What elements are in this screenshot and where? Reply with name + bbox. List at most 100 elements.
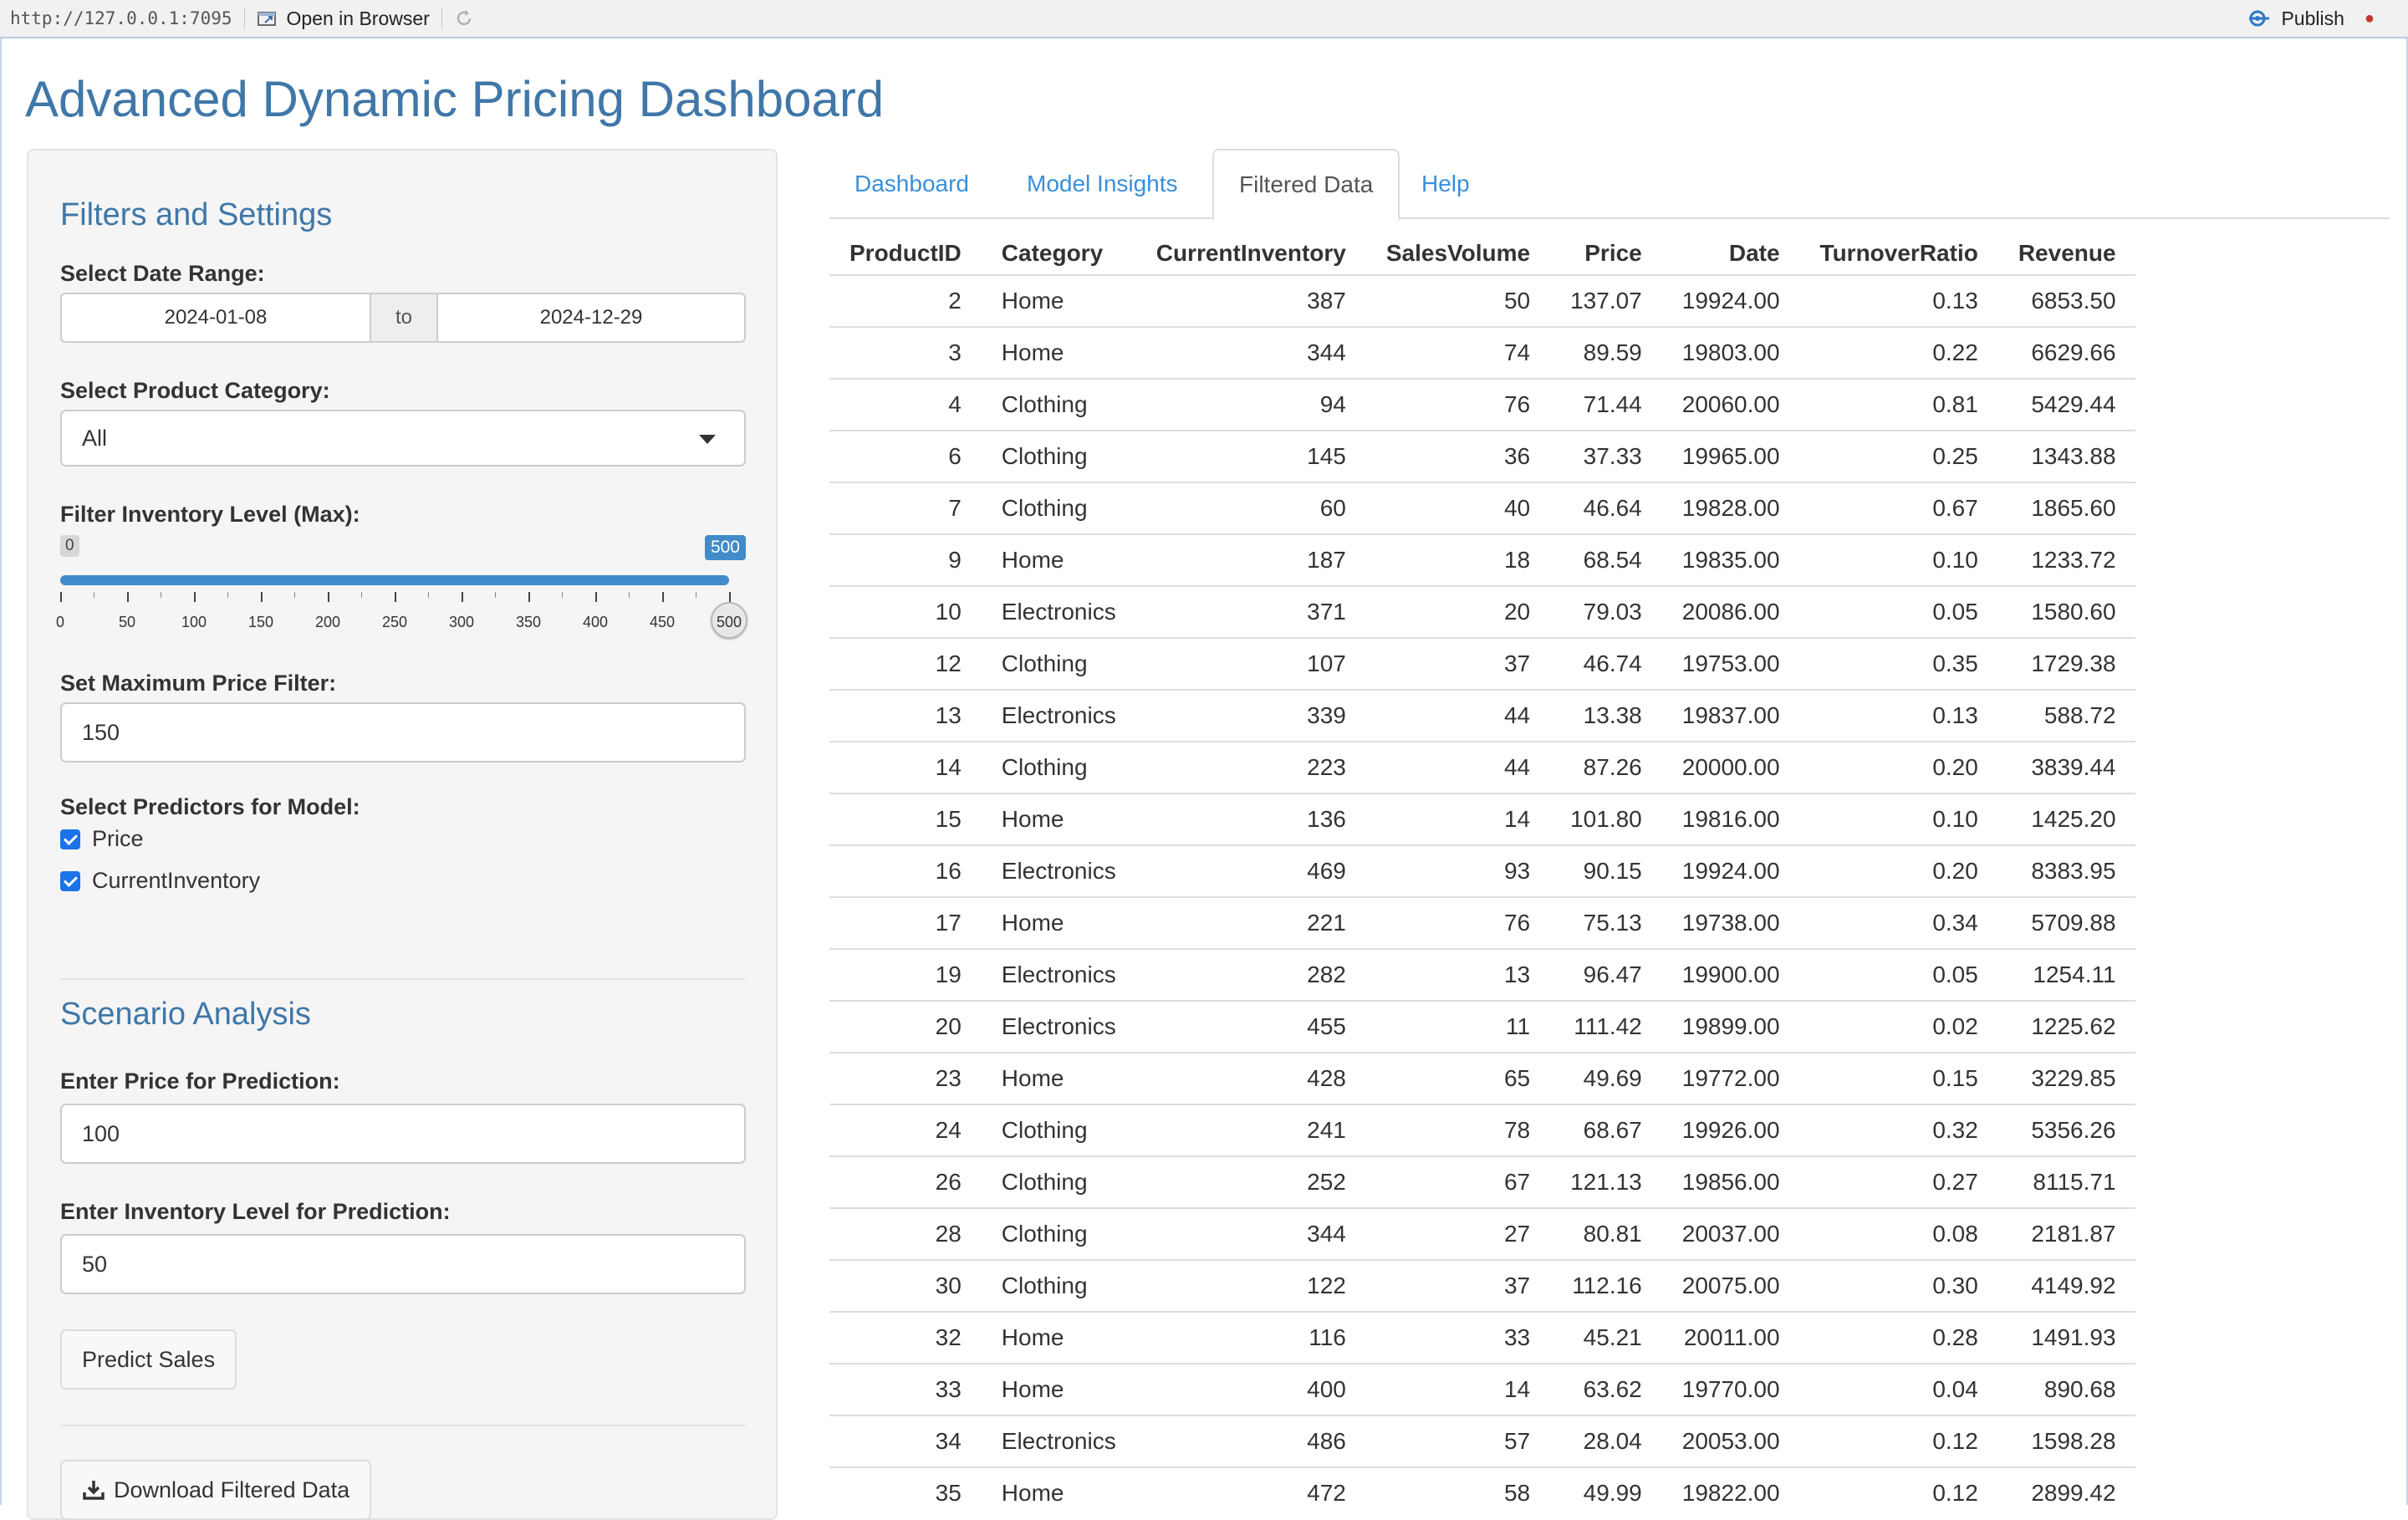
table-row: 33 Home 400 14 63.62 19770.00 0.04 890.68	[829, 1363, 2135, 1415]
table-cell: 4149.92	[1997, 1259, 2135, 1312]
table-cell: 0.35	[1799, 637, 1998, 690]
publish-menu-icon[interactable]: ●	[2365, 9, 2375, 28]
table-cell: Clothing	[981, 1104, 1136, 1156]
table-cell: 455	[1135, 1000, 1366, 1053]
table-cell: 19837.00	[1661, 689, 1800, 742]
table-cell: 60	[1135, 482, 1366, 534]
table-cell: 46.64	[1550, 482, 1662, 534]
download-filtered-data-button[interactable]: Download Filtered Data	[60, 1460, 372, 1520]
prediction-inventory-label: Enter Inventory Level for Prediction:	[60, 1199, 451, 1224]
checkbox-checked-icon[interactable]	[60, 829, 80, 849]
tab-filtered-data[interactable]: Filtered Data	[1212, 149, 1400, 221]
table-row: 34 Electronics 486 57 28.04 20053.00 0.12 1598.…	[829, 1415, 2135, 1467]
table-cell: 387	[1135, 274, 1366, 327]
slider-tick	[462, 592, 463, 602]
tab-bar: Dashboard Model Insights Filtered Data H…	[829, 149, 2390, 221]
column-header-turnoverratio[interactable]: TurnoverRatio	[1800, 232, 1998, 275]
tab-dashboard[interactable]: Dashboard	[829, 149, 994, 219]
table-row: 23 Home 428 65 49.69 19772.00 0.15 3229.85	[829, 1052, 2135, 1104]
table-body: 2 Home 387 50 137.07 19924.00 0.13 6853.50 3 Home…	[829, 274, 2135, 1512]
table-cell: 58	[1365, 1466, 1551, 1512]
predictor-inventory-checkbox[interactable]: CurrentInventory	[60, 868, 260, 894]
column-header-salesvolume[interactable]: SalesVolume	[1366, 232, 1550, 275]
refresh-icon[interactable]	[454, 9, 476, 28]
table-cell: 241	[1135, 1104, 1366, 1156]
table-cell: 1233.72	[1997, 533, 2135, 586]
slider-value-label: 500	[704, 535, 746, 560]
table-row: 9 Home 187 18 68.54 19835.00 0.10 1233.72	[829, 533, 2135, 586]
table-row: 10 Electronics 371 20 79.03 20086.00 0.05 1580.…	[829, 585, 2135, 638]
column-header-price[interactable]: Price	[1550, 232, 1662, 275]
predict-sales-button[interactable]: Predict Sales	[60, 1329, 237, 1390]
table-cell: 1225.62	[1997, 1000, 2135, 1053]
table-cell: 20	[829, 1000, 982, 1053]
prediction-inventory-input[interactable]: 50	[60, 1234, 746, 1294]
table-row: 32 Home 116 33 45.21 20011.00 0.28 1491.93	[829, 1311, 2135, 1364]
table-cell: Clothing	[981, 378, 1136, 431]
open-in-browser-button[interactable]: Open in Browser	[257, 8, 430, 30]
tab-help[interactable]: Help	[1396, 149, 1495, 219]
table-cell: 12	[829, 637, 982, 690]
slider-tick	[428, 592, 429, 598]
table-cell: 10	[829, 585, 982, 638]
slider-tick	[60, 592, 62, 602]
table-cell: 19828.00	[1661, 482, 1800, 534]
slider-tick	[361, 592, 362, 598]
date-start-input[interactable]: 2024-01-08	[62, 294, 370, 341]
table-cell: 26	[829, 1155, 982, 1208]
table-row: 3 Home 344 74 89.59 19803.00 0.22 6629.66	[829, 326, 2135, 379]
predictor-price-checkbox[interactable]: Price	[60, 826, 144, 852]
table-cell: 0.20	[1799, 741, 1998, 793]
slider-track[interactable]	[60, 575, 747, 639]
table-cell: 28.04	[1550, 1415, 1662, 1467]
column-header-productid[interactable]: ProductID	[829, 232, 982, 275]
prediction-price-input[interactable]: 100	[60, 1104, 746, 1164]
tab-model-insights[interactable]: Model Insights	[1002, 149, 1203, 219]
inventory-slider[interactable]: 0 500 0 50 100 150 200 250 300 350 400 450 500	[56, 535, 747, 669]
checkbox-checked-icon[interactable]	[60, 870, 80, 891]
table-cell: 0.15	[1799, 1052, 1998, 1104]
table-cell: Clothing	[981, 1259, 1136, 1312]
column-header-category[interactable]: Category	[982, 232, 1136, 275]
date-end-input[interactable]: 2024-12-29	[438, 294, 744, 341]
column-header-date[interactable]: Date	[1662, 232, 1800, 275]
date-range-input: 2024-01-08 to 2024-12-29	[60, 293, 746, 343]
slider-tick-label: 450	[649, 614, 676, 630]
table-cell: 28	[829, 1207, 982, 1260]
column-header-currentinventory[interactable]: CurrentInventory	[1136, 232, 1366, 275]
max-price-input[interactable]: 150	[60, 702, 746, 763]
slider-tick	[729, 592, 731, 602]
table-cell: 1425.20	[1997, 793, 2135, 845]
slider-tick	[127, 592, 129, 602]
table-cell: 35	[829, 1466, 982, 1512]
slider-tick	[562, 592, 563, 598]
table-cell: 93	[1365, 844, 1551, 897]
category-select[interactable]: All	[60, 410, 746, 467]
table-cell: 282	[1135, 948, 1366, 1001]
table-cell: 74	[1365, 326, 1551, 379]
table-cell: 36	[1365, 430, 1551, 482]
table-cell: 6	[829, 430, 982, 482]
filtered-data-table: ProductID Category CurrentInventory SalesVo…	[829, 232, 2135, 1512]
table-cell: 14	[1365, 793, 1551, 845]
download-icon	[83, 1481, 105, 1500]
publish-button[interactable]: Publish ●	[2247, 0, 2375, 37]
slider-tick	[294, 592, 295, 598]
table-cell: 400	[1135, 1363, 1366, 1415]
table-cell: Home	[981, 274, 1136, 327]
table-cell: 0.30	[1799, 1259, 1998, 1312]
predictor-price-label: Price	[92, 826, 144, 851]
table-cell: 428	[1135, 1052, 1366, 1104]
column-header-revenue[interactable]: Revenue	[1998, 232, 2135, 275]
slider-tick	[227, 592, 228, 598]
filtered-data-table-container[interactable]: ProductID Category CurrentInventory SalesVo…	[829, 232, 2135, 1512]
table-cell: Electronics	[981, 1000, 1136, 1053]
table-cell: 75.13	[1550, 896, 1662, 949]
table-cell: 1729.38	[1997, 637, 2135, 690]
table-cell: 19770.00	[1661, 1363, 1800, 1415]
table-cell: 0.05	[1799, 948, 1998, 1001]
table-cell: 486	[1135, 1415, 1366, 1467]
toolbar-divider	[441, 8, 442, 29]
table-cell: 344	[1135, 1207, 1366, 1260]
predictor-inventory-label: CurrentInventory	[92, 868, 261, 893]
